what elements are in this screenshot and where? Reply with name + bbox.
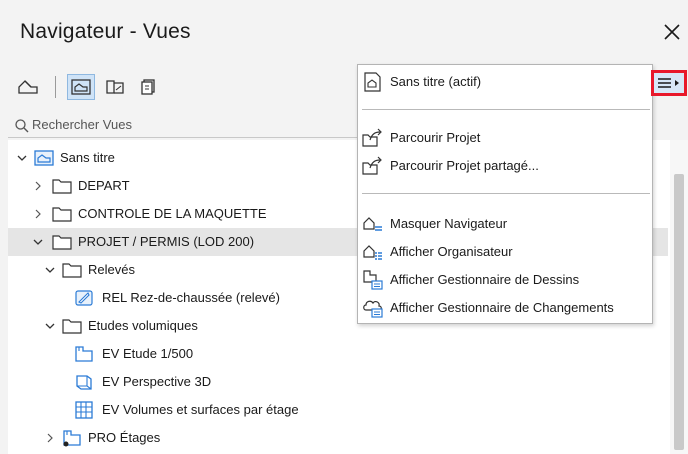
- chevron-down-icon[interactable]: [32, 236, 44, 248]
- menu-item-label: Parcourir Projet: [390, 130, 481, 145]
- change-manager-icon: [363, 300, 383, 318]
- view-root-icon: [34, 150, 54, 166]
- schedule-view-icon: [75, 401, 93, 419]
- menu-item-label: Afficher Gestionnaire de Changements: [390, 300, 614, 315]
- folder-icon: [62, 319, 82, 334]
- menu-separator: [362, 193, 650, 194]
- search-icon: [15, 119, 29, 133]
- project-map-tab[interactable]: [14, 74, 42, 100]
- tree-item-label: Sans titre: [60, 150, 115, 165]
- publisher-sets-tab[interactable]: [135, 74, 163, 100]
- menu-item-show-change-manager[interactable]: Afficher Gestionnaire de Changements: [358, 295, 652, 321]
- elevation-view-icon: [75, 290, 93, 306]
- menu-item-label: Sans titre (actif): [390, 74, 482, 89]
- tree-item-folder[interactable]: PRO Étages: [8, 424, 668, 452]
- tree-item-label: CONTROLE DE LA MAQUETTE: [78, 206, 267, 221]
- title-bar: Navigateur - Vues: [0, 0, 688, 62]
- view-map-tab[interactable]: [67, 74, 95, 100]
- tree-item-label: EV Perspective 3D: [102, 374, 212, 389]
- tree-item-view[interactable]: EV Volumes et surfaces par étage: [8, 396, 668, 424]
- navigator-window: Navigateur - Vues Rechercher Vues Sans t…: [0, 0, 688, 454]
- toolbar-separator: [55, 76, 56, 98]
- search-field[interactable]: Rechercher Vues: [8, 114, 358, 138]
- tree-item-label: Relevés: [88, 262, 135, 277]
- hide-navigator-icon: [363, 217, 382, 231]
- chevron-down-icon[interactable]: [44, 264, 56, 276]
- chevron-right-icon[interactable]: [32, 180, 44, 192]
- menu-item-browse-project[interactable]: Parcourir Projet: [358, 125, 652, 151]
- folder-icon: [52, 179, 72, 194]
- search-placeholder: Rechercher Vues: [32, 117, 132, 132]
- tree-item-label: PRO Étages: [88, 430, 161, 445]
- chevron-down-icon[interactable]: [44, 320, 56, 332]
- tree-item-label: EV Volumes et surfaces par étage: [102, 402, 299, 417]
- menu-item-show-organizer[interactable]: Afficher Organisateur: [358, 239, 652, 265]
- drawing-manager-icon: [363, 270, 383, 290]
- menu-item-label: Parcourir Projet partagé...: [390, 158, 539, 173]
- menu-item-browse-shared-project[interactable]: Parcourir Projet partagé...: [358, 153, 652, 179]
- menu-item-label: Afficher Organisateur: [390, 244, 513, 259]
- tree-item-label: PROJET / PERMIS (LOD 200): [78, 234, 255, 249]
- browse-project-icon: [362, 128, 382, 147]
- window-title: Navigateur - Vues: [20, 20, 191, 43]
- chevron-right-icon[interactable]: [32, 208, 44, 220]
- layout-book-icon: [106, 80, 124, 94]
- layout-book-tab[interactable]: [101, 74, 129, 100]
- story-view-icon: [63, 430, 81, 447]
- project-map-icon: [364, 72, 381, 92]
- tree-item-label: EV Etude 1/500: [102, 346, 194, 361]
- options-menu-button[interactable]: [651, 70, 687, 96]
- tree-item-view[interactable]: EV Perspective 3D: [8, 368, 668, 396]
- menu-item-current-map[interactable]: Sans titre (actif): [358, 69, 652, 95]
- close-button[interactable]: [658, 18, 686, 46]
- organizer-icon: [363, 245, 382, 260]
- menu-item-show-drawing-manager[interactable]: Afficher Gestionnaire de Dessins: [358, 267, 652, 293]
- tree-item-label: REL Rez-de-chaussée (relevé): [102, 290, 280, 305]
- 3d-view-icon: [76, 375, 92, 390]
- menu-item-label: Masquer Navigateur: [390, 216, 508, 231]
- project-map-icon: [18, 80, 38, 94]
- story-view-icon: [75, 346, 93, 362]
- view-map-icon: [71, 79, 91, 95]
- menu-item-label: Afficher Gestionnaire de Dessins: [390, 272, 580, 287]
- folder-icon: [62, 263, 82, 278]
- folder-icon: [52, 235, 72, 250]
- tree-item-label: Etudes volumiques: [88, 318, 198, 333]
- chevron-right-icon[interactable]: [44, 432, 56, 444]
- hamburger-menu-icon: [658, 78, 679, 88]
- menu-item-hide-navigator[interactable]: Masquer Navigateur: [358, 211, 652, 237]
- scrollbar-thumb[interactable]: [674, 174, 684, 450]
- menu-separator: [362, 109, 650, 110]
- tree-item-view[interactable]: EV Etude 1/500: [8, 340, 668, 368]
- chevron-down-icon[interactable]: [16, 152, 28, 164]
- browse-shared-project-icon: [362, 156, 382, 175]
- options-popup-menu: Sans titre (actif) Parcourir Projet Parc…: [357, 64, 653, 324]
- close-icon: [664, 24, 680, 40]
- folder-icon: [52, 207, 72, 222]
- tree-item-label: DEPART: [78, 178, 130, 193]
- publisher-sets-icon: [141, 79, 155, 95]
